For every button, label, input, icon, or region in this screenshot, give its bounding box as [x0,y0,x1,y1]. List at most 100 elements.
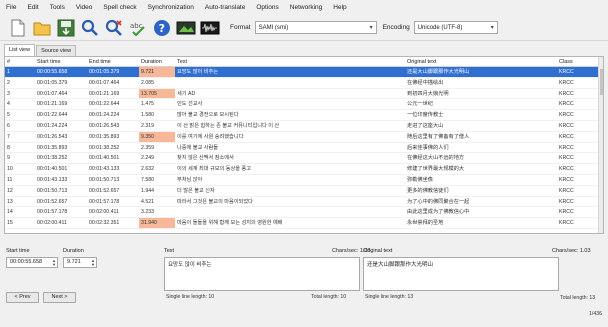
menu-synchronization[interactable]: Synchronization [148,4,194,11]
row-original-text: 随后这里有了佛备有了僧人 [407,133,470,140]
menu-tools[interactable]: Tools [50,4,65,11]
menu-auto-translate[interactable]: Auto-translate [205,4,245,11]
tab-list-view[interactable]: List view [4,44,36,56]
vertical-scrollbar[interactable] [598,57,603,233]
row-original-text: 为了心中的佛同聚合在一起 [407,198,470,205]
row-original-text: 由此这里成为了佛教信心中 [407,209,470,216]
row-class: KRCC [559,90,574,97]
table-row[interactable]: 4 00:01:21.169 00:01:22.644 1.475 인도 선교사 公元一世… [5,99,603,111]
next-button[interactable]: Next > [43,292,76,303]
row-end-time: 00:02:32.351 [89,220,120,227]
menu-file[interactable]: File [6,4,16,11]
row-number: 1 [7,69,10,75]
table-row[interactable]: 15 00:02:00.411 00:02:32.351 31.940 마음이 돌들을 … [5,218,603,229]
subtitle-text-value: 요망도 많이 비추는 [168,262,212,268]
menu-spell-check[interactable]: Spell check [103,4,136,11]
table-row[interactable]: 13 00:01:52.657 00:01:57.178 4.521 따라서 그것은 불… [5,197,603,208]
video-icon[interactable] [176,18,196,38]
help-icon[interactable]: ? [152,18,172,38]
chars-per-sec-2: Chars/sec: 1.03 [552,248,591,254]
menu-edit[interactable]: Edit [27,4,38,11]
format-select[interactable]: SAMI (smi) ▾ [254,21,377,34]
start-time-input[interactable]: 00:00:55.658 ▲ ▼ [6,257,58,268]
subtitle-grid[interactable]: # Start time End time Duration Text Orig… [4,56,604,234]
row-text [175,207,405,217]
spinner-arrows-icon[interactable]: ▲ ▼ [91,259,95,267]
row-end-time: 00:01:52.657 [89,187,120,194]
row-class: KRCC [559,155,574,162]
row-original-text: 后来佳事佛的人们 [407,144,449,151]
table-row[interactable]: 14 00:01:57.178 00:02:00.411 3.233 由此这里成为了佛教… [5,207,603,219]
menu-networking[interactable]: Networking [290,4,323,11]
row-text: 이 산 밝은 힘하는 존 불교 커뮤니티입니다 이 산 [177,122,280,129]
save-icon[interactable] [56,18,76,38]
row-duration: 2.249 [141,155,154,162]
column-header-number[interactable]: # [5,57,35,66]
table-row[interactable]: 3 00:01:07.464 00:01:21.169 13.705 세기 AD 到初四月… [5,88,603,100]
table-row[interactable]: 1 00:00:55.658 00:01:05.379 9.721 요망도 많이 비추는… [5,67,603,78]
row-duration: 3.233 [141,209,154,216]
row-duration: 2.632 [141,166,154,173]
new-file-icon[interactable] [8,18,28,38]
table-row[interactable]: 8 00:01:35.893 00:01:38.252 2.359 나중에 불교 사람들… [5,143,603,154]
row-number: 14 [7,209,13,216]
menu-options[interactable]: Options [256,4,278,11]
original-text-input[interactable]: 还是大山脚跟那作大光明山 [363,257,559,291]
column-header-class[interactable]: Class [557,57,593,66]
row-original-text: 在佛经中描绘出 [407,79,444,86]
row-end-time: 00:01:26.543 [89,122,120,129]
open-folder-icon[interactable] [32,18,52,38]
table-row[interactable]: 10 00:01:40.501 00:01:43.133 2.632 이의 세계 최대 … [5,164,603,175]
row-duration: 31.940 [139,218,175,228]
table-row[interactable]: 11 00:01:43.133 00:01:50.713 7.580 부처님 앉아 弥勒佛… [5,175,603,186]
prev-button[interactable]: < Prev [6,292,39,303]
table-row[interactable]: 9 00:01:38.252 00:01:40.501 2.249 찾지 않은 산맥서 … [5,153,603,165]
replace-icon[interactable] [104,18,124,38]
total-length-2: Total length: 13 [560,295,596,301]
tab-source-view[interactable]: Source view [36,45,77,56]
spell-check-icon[interactable]: abc [128,18,148,38]
grid-header: # Start time End time Duration Text Orig… [5,57,603,67]
scrollbar-thumb[interactable] [600,69,603,95]
row-class: KRCC [559,122,574,129]
row-number: 12 [7,187,13,194]
column-header-text[interactable]: Text [175,57,405,66]
row-start-time: 00:00:55.658 [37,69,68,75]
column-header-duration[interactable]: Duration [139,57,175,66]
format-value: SAMI (smi) [258,24,289,31]
find-icon[interactable] [80,18,100,38]
duration-value: 9.721 [67,259,81,265]
duration-input[interactable]: 9.721 ▲ ▼ [63,257,97,268]
table-row[interactable]: 7 00:01:26.543 00:01:35.893 9.350 이를 여기에 사원 … [5,131,603,143]
subtitle-editor: Start time Duration 00:00:55.658 ▲ ▼ 9.72… [0,236,608,327]
table-row[interactable]: 6 00:01:24.224 00:01:26.543 2.319 이 산 밝은 힘하는… [5,121,603,132]
waveform-icon[interactable] [200,18,220,38]
encoding-select[interactable]: Unicode (UTF-8) ▾ [413,21,498,34]
row-number: 2 [7,79,10,86]
original-text-value: 还是大山脚跟那作大光明山 [367,262,434,268]
start-time-value: 00:00:55.658 [10,259,43,265]
row-text: 인도 선교사 [177,101,203,108]
column-header-start-time[interactable]: Start time [35,57,87,66]
menu-help[interactable]: Help [333,4,346,11]
column-header-end-time[interactable]: End time [87,57,139,66]
row-end-time: 00:01:05.379 [89,69,120,75]
row-end-time: 00:01:50.713 [89,176,120,183]
subtitle-text-input[interactable]: 요망도 많이 비추는 [164,257,360,291]
row-original-text: 到初四月大娘光明 [407,90,449,97]
row-duration: 13.705 [139,88,175,99]
column-header-original-text[interactable]: Original text [405,57,557,66]
row-duration: 2.359 [141,144,154,151]
row-original-text: 修建了世界最大规模的大 [407,166,465,173]
table-row[interactable]: 12 00:01:50.713 00:01:52.657 1.944 더 많은 불교 신… [5,186,603,197]
table-row[interactable]: 2 00:01:05.379 00:01:07.464 2.085 在佛经中描绘出 KRC… [5,78,603,89]
table-row[interactable]: 5 00:01:22.644 00:01:24.224 1.580 많아 불교 경전으로… [5,110,603,121]
row-text: 이의 세계 최대 규모의 동상을 풍고 [177,166,252,173]
row-number: 9 [7,155,10,162]
spinner-arrows-icon[interactable]: ▲ ▼ [52,259,56,267]
chevron-down-icon: ▾ [490,25,494,31]
row-duration: 1.475 [141,101,154,108]
row-duration: 9.350 [139,131,175,142]
menu-video[interactable]: Video [76,4,93,11]
row-number: 13 [7,198,13,205]
